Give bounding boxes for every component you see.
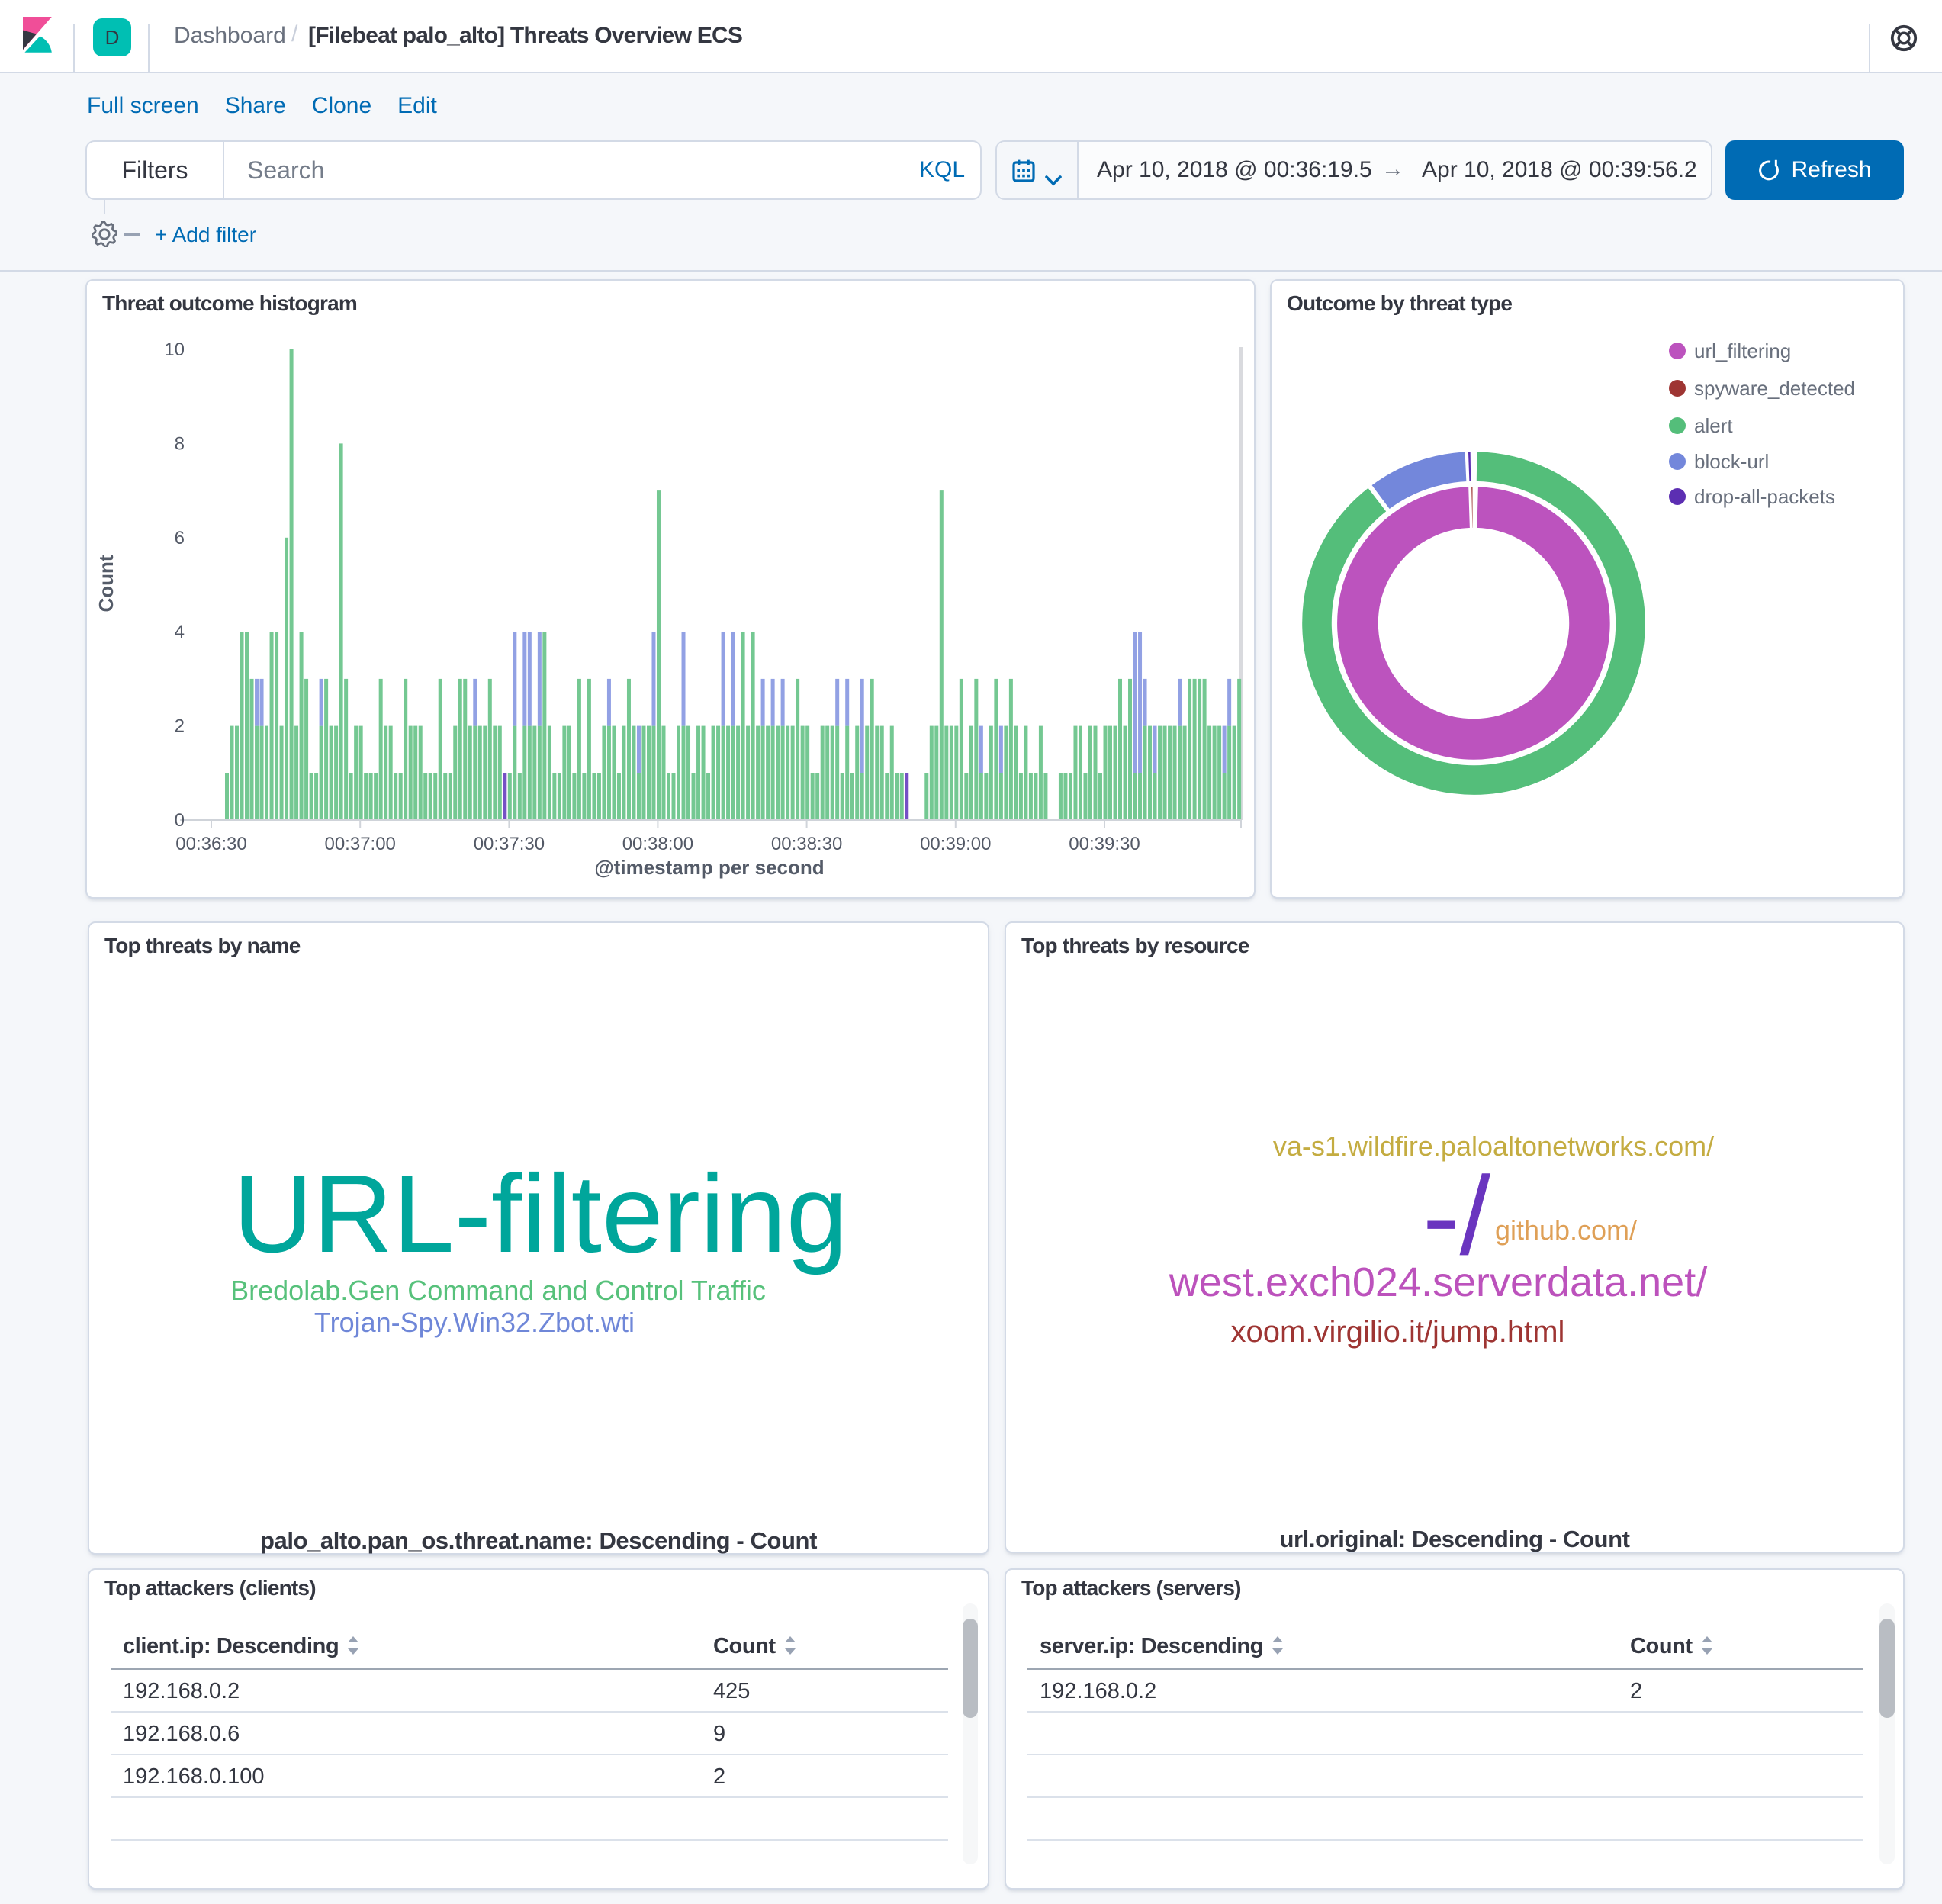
svg-text:url_filtering: url_filtering <box>1694 339 1791 362</box>
svg-text:drop-all-packets: drop-all-packets <box>1694 485 1835 508</box>
svg-text:0: 0 <box>175 810 185 831</box>
svg-text:@timestamp per second: @timestamp per second <box>594 856 824 879</box>
svg-text:Count: Count <box>95 555 117 612</box>
svg-text:xoom.virgilio.it/jump.html: xoom.virgilio.it/jump.html <box>1231 1315 1565 1349</box>
svg-text:6: 6 <box>175 528 185 548</box>
svg-text:2: 2 <box>175 716 185 737</box>
svg-text:00:37:30: 00:37:30 <box>474 834 545 854</box>
svg-text:00:39:00: 00:39:00 <box>920 834 991 854</box>
svg-text:spyware_detected: spyware_detected <box>1694 377 1855 400</box>
svg-text:00:39:30: 00:39:30 <box>1069 834 1140 854</box>
svg-text:va-s1.wildfire.paloaltonetwork: va-s1.wildfire.paloaltonetworks.com/ <box>1273 1130 1714 1162</box>
svg-text:Bredolab.Gen Command and Contr: Bredolab.Gen Command and Control Traffic <box>230 1275 766 1306</box>
svg-text:URL-filtering: URL-filtering <box>233 1152 848 1275</box>
svg-text:00:38:00: 00:38:00 <box>622 834 693 854</box>
svg-text:00:37:00: 00:37:00 <box>324 834 395 854</box>
svg-text:block-url: block-url <box>1694 450 1769 473</box>
svg-text:00:38:30: 00:38:30 <box>771 834 842 854</box>
svg-text:alert: alert <box>1694 414 1733 437</box>
svg-text:8: 8 <box>175 433 185 454</box>
svg-text:github.com/: github.com/ <box>1495 1214 1637 1246</box>
svg-text:00:36:30: 00:36:30 <box>175 834 246 854</box>
svg-text:west.exch024.serverdata.net/: west.exch024.serverdata.net/ <box>1169 1259 1707 1305</box>
svg-text:10: 10 <box>164 339 185 360</box>
svg-text:Trojan-Spy.Win32.Zbot.wti: Trojan-Spy.Win32.Zbot.wti <box>314 1307 635 1338</box>
svg-text:4: 4 <box>175 622 185 642</box>
